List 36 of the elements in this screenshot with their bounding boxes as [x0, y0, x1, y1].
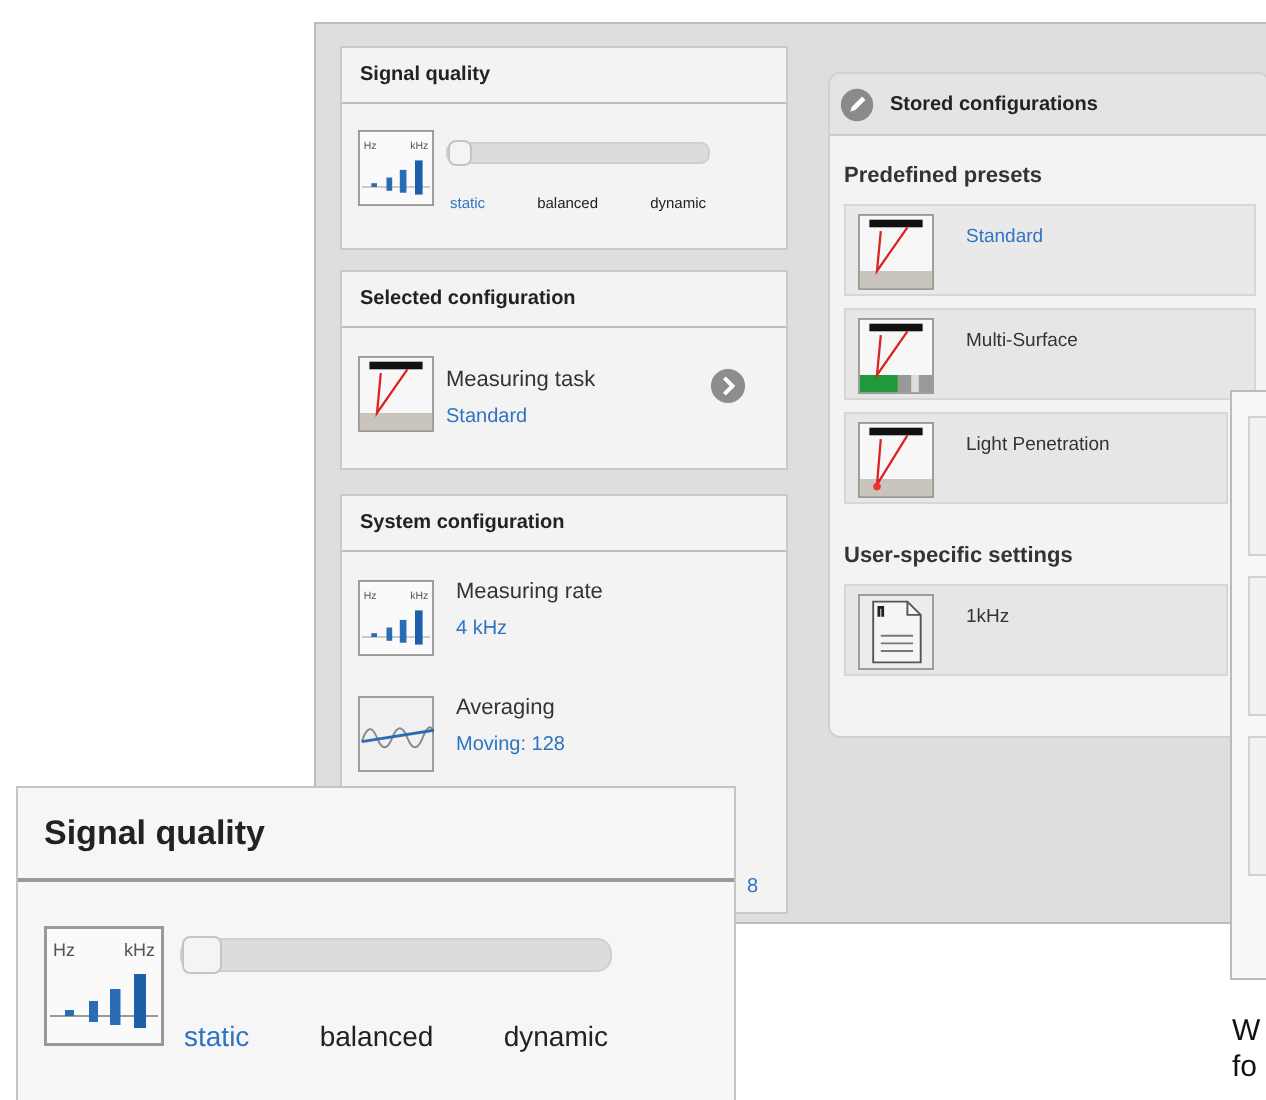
card-title: Signal quality	[360, 64, 491, 86]
frequency-icon: Hz kHz	[44, 926, 164, 1046]
slider-thumb[interactable]	[182, 936, 222, 974]
sensor-icon	[358, 356, 434, 432]
section-title: User-specific settings	[844, 544, 1075, 568]
user-setting-item[interactable]: 1kHz	[844, 584, 1228, 676]
quality-slider[interactable]	[180, 938, 612, 972]
item-value: 8	[746, 876, 758, 898]
quality-option[interactable]: balanced	[319, 1020, 434, 1052]
quality-option[interactable]: static	[184, 1020, 250, 1052]
sensor-icon	[858, 422, 934, 498]
waveform-icon	[358, 696, 434, 772]
item-value: 4 kHz	[456, 618, 510, 640]
pencil-icon	[840, 87, 874, 121]
text-fragment: fo	[1232, 1050, 1260, 1086]
text-fragment: W	[1232, 1014, 1261, 1050]
slider-thumb[interactable]	[448, 140, 472, 166]
preset-item[interactable]: Light Penetration	[844, 412, 1228, 504]
chevron-right-icon[interactable]	[710, 368, 746, 404]
card-title: System configuration	[360, 512, 565, 534]
quality-option[interactable]: dynamic	[503, 1020, 608, 1052]
preset-item[interactable]: Multi-Surface	[844, 308, 1256, 400]
section-title: Predefined presets	[844, 164, 1045, 188]
sensor-icon	[858, 318, 934, 394]
panel-title: Stored configurations	[890, 93, 1098, 115]
item-label: Measuring task	[446, 368, 596, 392]
document-icon	[858, 594, 934, 670]
sensor-icon	[858, 214, 934, 290]
item-value: Standard	[446, 406, 530, 428]
quality-slider[interactable]	[446, 142, 710, 164]
inset-title: Signal quality	[44, 813, 266, 853]
item-label: Averaging	[456, 696, 557, 720]
card-title: Selected configuration	[360, 288, 576, 310]
item-label: Measuring rate	[456, 580, 603, 604]
item-value: Moving: 128	[456, 734, 565, 756]
preset-item[interactable]: Standard	[844, 204, 1256, 296]
